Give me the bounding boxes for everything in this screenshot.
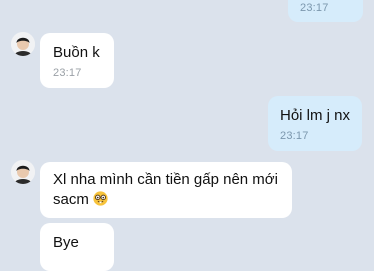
message-time: 23:17 [53, 67, 82, 79]
chat-message-list[interactable]: 23:17 Buồn k 23:17 Hỏi lm j nx 23:17 Xl … [0, 0, 374, 271]
message-text: sacm [53, 191, 89, 208]
message-time: 23:17 [300, 2, 329, 14]
nerd-face-emoji-icon [93, 191, 108, 206]
message-bubble-incoming[interactable]: Buồn k 23:17 [40, 33, 114, 88]
message-text: Hỏi lm j nx [280, 107, 351, 124]
message-text: Buồn k [53, 44, 100, 61]
message-text: Xl nha mình cần tiền gấp nên mới [53, 171, 278, 188]
contact-avatar[interactable] [11, 32, 35, 56]
message-text-line-2: sacm [53, 190, 108, 210]
message-text: Bye [53, 234, 79, 251]
message-time: 23:17 [280, 130, 309, 142]
message-bubble-incoming[interactable]: Xl nha mình cần tiền gấp nên mới sacm [40, 162, 292, 218]
message-bubble-incoming[interactable]: Bye [40, 223, 114, 271]
message-bubble-outgoing[interactable]: 23:17 [288, 0, 363, 22]
contact-avatar[interactable] [11, 160, 35, 184]
message-bubble-outgoing[interactable]: Hỏi lm j nx 23:17 [268, 96, 362, 151]
